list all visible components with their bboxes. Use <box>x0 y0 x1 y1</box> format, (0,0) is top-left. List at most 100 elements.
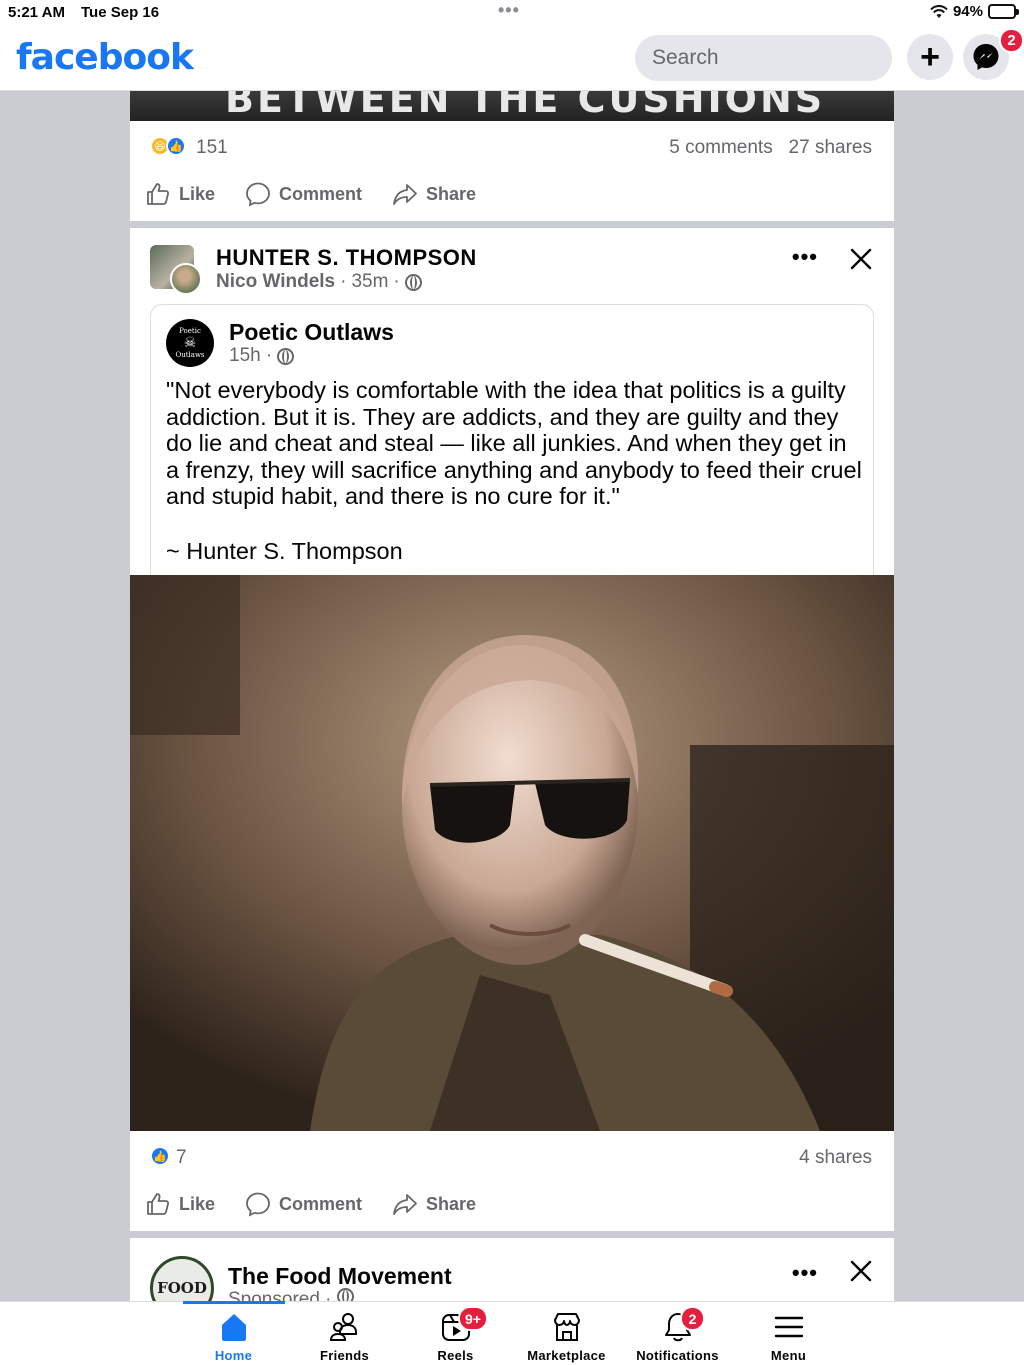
tab-label: Friends <box>319 1348 370 1363</box>
globe-icon <box>277 347 295 365</box>
tab-label: Marketplace <box>527 1348 606 1363</box>
post-stats: 5 comments 27 shares <box>669 137 872 159</box>
tab-friends[interactable]: Friends <box>289 1310 400 1363</box>
reaction-count: 151 <box>196 137 228 158</box>
meta-separator: · <box>265 345 273 366</box>
post-header: HUNTER S. THOMPSON Nico Windels · 35m · … <box>130 228 894 304</box>
tab-reels[interactable]: 9+ Reels <box>400 1306 511 1363</box>
portrait-photo <box>130 575 894 1131</box>
share-icon <box>393 1194 417 1215</box>
post-quote-text: "Not everybody is comfortable with the i… <box>166 377 862 510</box>
share-count[interactable]: 27 shares <box>789 137 872 158</box>
post-time[interactable]: 35m <box>351 271 388 293</box>
quote-attribution: ~ Hunter S. Thompson <box>166 538 403 564</box>
multitasking-dots-icon[interactable]: ••• <box>498 0 520 21</box>
like-button[interactable]: Like <box>145 181 215 207</box>
status-bar: 5:21 AM Tue Sep 16 ••• 94% <box>0 0 1024 26</box>
messenger-badge: 2 <box>999 28 1024 53</box>
group-name[interactable]: HUNTER S. THOMPSON <box>216 245 477 271</box>
post-card-sponsored: FOOD The Food Movement Sponsored · ••• <box>130 1238 894 1308</box>
post-image[interactable]: BETWEEN THE CUSHIONS <box>130 91 894 121</box>
tab-menu[interactable]: Menu <box>733 1310 844 1363</box>
reels-badge: 9+ <box>458 1306 488 1331</box>
app-header: facebook + 2 <box>0 26 1024 91</box>
close-icon[interactable] <box>848 1258 874 1284</box>
author-name[interactable]: Nico Windels <box>216 271 335 293</box>
tab-marketplace[interactable]: Marketplace <box>511 1310 622 1363</box>
share-label: Share <box>426 1193 477 1214</box>
close-icon[interactable] <box>848 246 874 272</box>
tab-label: Menu <box>770 1348 807 1363</box>
comment-icon <box>246 1192 270 1217</box>
share-label: Share <box>426 183 477 204</box>
shared-post-time[interactable]: 15h <box>229 345 261 367</box>
share-button[interactable]: Share <box>392 1191 476 1217</box>
status-right: 94% <box>930 3 1019 20</box>
skull-wings-icon: ☠ <box>183 335 197 351</box>
comment-label: Comment <box>279 1193 363 1214</box>
page-avatar[interactable]: Poetic ☠ Outlaws <box>166 319 214 367</box>
tab-label: Notifications <box>636 1348 719 1363</box>
post-card-previous: BETWEEN THE CUSHIONS 😆 👍 151 5 comments … <box>130 91 894 221</box>
like-reaction-icon: 👍 <box>166 136 186 156</box>
shared-post-meta: 15h · <box>229 345 295 367</box>
share-count[interactable]: 4 shares <box>799 1147 872 1169</box>
post-photo[interactable] <box>130 575 894 1131</box>
comment-button[interactable]: Comment <box>245 181 362 207</box>
shared-post[interactable]: Poetic ☠ Outlaws Poetic Outlaws 15h · "N… <box>150 304 874 576</box>
post-meta: Nico Windels · 35m · <box>216 271 422 293</box>
author-avatar <box>170 263 202 295</box>
sponsored-page-name[interactable]: The Food Movement <box>228 1263 452 1290</box>
more-options-icon[interactable]: ••• <box>792 244 818 270</box>
bottom-tab-bar: Home Friends 9+ Reels Marketplace 2 Noti… <box>0 1301 1024 1365</box>
hamburger-menu-icon <box>774 1316 803 1338</box>
friends-icon <box>329 1313 357 1341</box>
comment-label: Comment <box>279 183 363 204</box>
share-button[interactable]: Share <box>392 181 476 207</box>
globe-icon <box>404 273 422 291</box>
marketplace-icon <box>553 1313 580 1341</box>
page-avatar-text-top: Poetic <box>179 327 201 335</box>
more-options-icon[interactable]: ••• <box>792 1260 818 1286</box>
thumbs-up-icon <box>147 1193 170 1215</box>
post-card-hunter-thompson: HUNTER S. THOMPSON Nico Windels · 35m · … <box>130 228 894 1231</box>
comment-icon <box>246 182 270 207</box>
reaction-count: 7 <box>176 1147 187 1168</box>
search-input[interactable] <box>635 35 892 81</box>
like-label: Like <box>179 183 216 204</box>
home-icon <box>221 1314 246 1341</box>
group-avatar[interactable] <box>150 245 206 295</box>
post-image-text: BETWEEN THE CUSHIONS <box>225 91 826 121</box>
notifications-badge: 2 <box>680 1306 705 1331</box>
status-date: Tue Sep 16 <box>81 4 160 21</box>
create-button[interactable]: + <box>907 34 953 80</box>
active-tab-indicator <box>183 1301 285 1304</box>
page-avatar-text-bottom: Outlaws <box>175 351 205 359</box>
battery-icon <box>988 4 1019 19</box>
tab-label: Home <box>214 1348 253 1363</box>
wifi-icon <box>930 4 948 18</box>
reaction-icons: 😆 👍 <box>150 136 186 156</box>
messenger-icon <box>973 44 999 70</box>
comment-count[interactable]: 5 comments <box>669 137 772 158</box>
post-actions: Like Comment Share <box>130 1183 894 1231</box>
meta-separator: · <box>340 271 347 292</box>
thumbs-up-icon <box>147 183 170 205</box>
shared-page-name[interactable]: Poetic Outlaws <box>229 319 394 346</box>
reactions-summary[interactable]: 😆 👍 151 5 comments 27 shares <box>130 121 894 173</box>
status-time: 5:21 AM <box>8 4 65 21</box>
tab-label: Reels <box>437 1348 474 1363</box>
share-icon <box>393 184 417 205</box>
like-reaction-icon: 👍 <box>150 1146 170 1166</box>
messenger-button[interactable]: 2 <box>963 28 1024 80</box>
facebook-logo[interactable]: facebook <box>16 37 194 78</box>
like-button[interactable]: Like <box>145 1191 215 1217</box>
like-label: Like <box>179 1193 216 1214</box>
battery-percent: 94% <box>952 3 983 20</box>
meta-separator: · <box>393 271 400 292</box>
tab-notifications[interactable]: 2 Notifications <box>622 1306 733 1363</box>
comment-button[interactable]: Comment <box>245 1191 362 1217</box>
reaction-icons: 👍 <box>150 1146 170 1166</box>
tab-home[interactable]: Home <box>178 1310 289 1363</box>
reactions-summary[interactable]: 👍 7 4 shares <box>130 1131 894 1183</box>
